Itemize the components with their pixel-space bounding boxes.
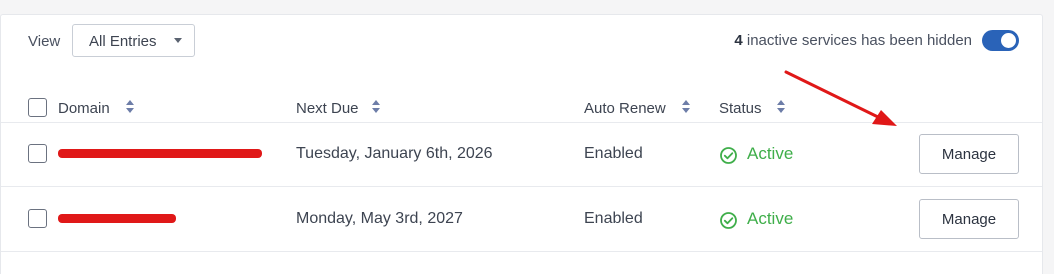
show-inactive-toggle[interactable] (982, 30, 1019, 51)
toggle-knob (1001, 33, 1016, 48)
check-circle-icon (720, 212, 737, 229)
sort-icon[interactable] (372, 98, 380, 116)
view-label: View (28, 33, 61, 50)
redacted-domain (58, 214, 176, 223)
redacted-domain (58, 149, 262, 158)
next-due-value: Monday, May 3rd, 2027 (296, 210, 463, 227)
hidden-count: 4 (734, 32, 743, 49)
status-text: Active (747, 209, 794, 228)
auto-renew-value: Enabled (584, 145, 643, 162)
row-checkbox[interactable] (28, 144, 47, 163)
row-checkbox[interactable] (28, 209, 47, 228)
sort-icon[interactable] (777, 98, 785, 116)
status-text: Active (747, 144, 794, 163)
auto-renew-value: Enabled (584, 210, 643, 227)
manage-button[interactable]: Manage (919, 199, 1019, 239)
view-filter-select[interactable]: All Entries (72, 24, 195, 57)
column-auto-renew[interactable]: Auto Renew (584, 100, 666, 117)
next-due-value: Tuesday, January 6th, 2026 (296, 145, 493, 162)
hidden-services-note: 4 inactive services has been hidden (734, 32, 972, 49)
sort-icon[interactable] (126, 98, 134, 116)
table-row[interactable]: Tuesday, January 6th, 2026 Enabled Activ… (1, 122, 1042, 187)
table-toolbar: View All Entries 4 inactive services has… (1, 15, 1042, 71)
sort-icon[interactable] (682, 98, 690, 116)
table-header: Domain Next Due Auto Renew Status (1, 71, 1042, 123)
column-status[interactable]: Status (719, 100, 762, 117)
table-row[interactable]: Monday, May 3rd, 2027 Enabled Active Man… (1, 187, 1042, 252)
manage-button[interactable]: Manage (919, 134, 1019, 174)
select-all-checkbox[interactable] (28, 98, 47, 117)
check-circle-icon (720, 147, 737, 164)
hidden-text: inactive services has been hidden (746, 32, 972, 49)
services-panel: View All Entries 4 inactive services has… (0, 14, 1043, 274)
view-filter-value: All Entries (89, 33, 157, 50)
column-next-due[interactable]: Next Due (296, 100, 359, 117)
column-domain[interactable]: Domain (58, 100, 110, 117)
caret-down-icon (174, 38, 182, 43)
